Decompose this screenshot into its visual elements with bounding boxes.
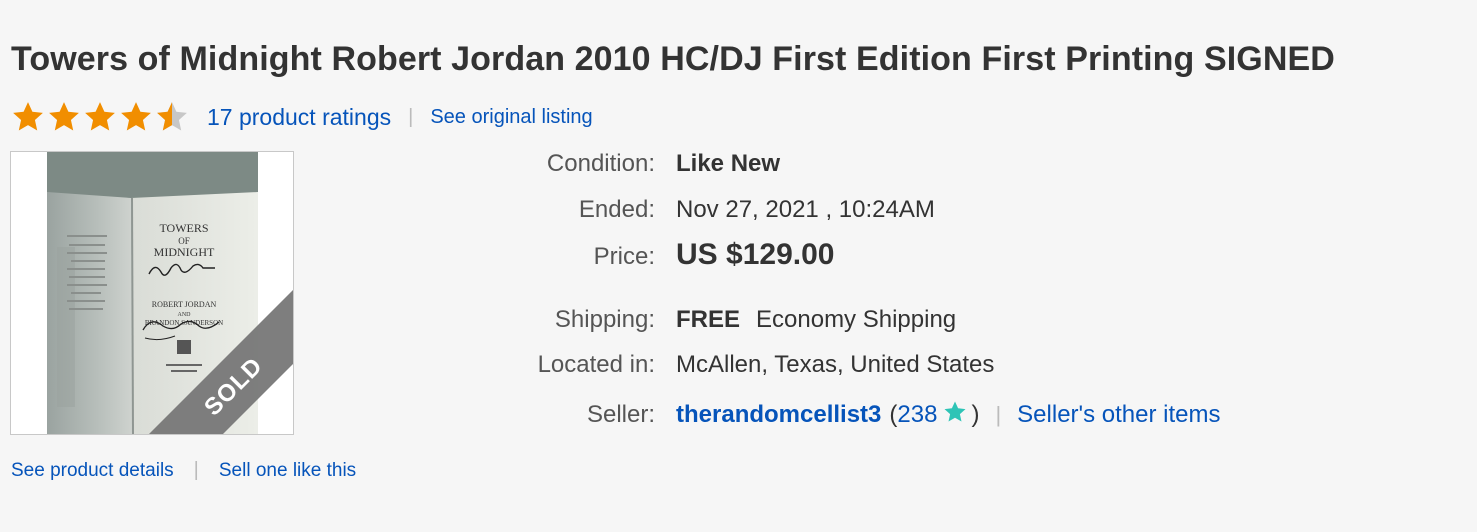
image-links: See product details | Sell one like this [11,459,356,482]
ended-value: Nov 27, 2021 , 10:24AM [676,196,935,223]
condition-label: Condition: [546,150,655,177]
sellers-other-items-link[interactable]: Seller's other items [1017,401,1220,429]
star-icon [121,102,151,131]
star-rating[interactable] [11,100,191,134]
price-row: Price: US $129.00 [440,238,835,272]
product-ratings-link[interactable]: 17 product ratings [207,104,391,131]
located-label: Located in: [537,351,655,378]
seller-row: Seller: therandomcellist3 (238) | Seller… [440,400,1221,429]
star-icon [85,102,115,131]
shipping-row: Shipping: FREE Economy Shipping [440,306,956,334]
rating-row: 17 product ratings | See original listin… [11,98,593,136]
feedback-star-icon [944,401,966,422]
feedback-score: 238 [897,401,938,428]
half-star-icon [157,102,187,131]
book-photo: TOWERS OF MIDNIGHT ROBERT JORDAN AND BRA… [11,152,293,434]
star-icon [49,102,79,131]
seller-name-link[interactable]: therandomcellist3 [676,401,881,429]
condition-value: Like New [676,150,781,177]
separator: | [408,105,414,128]
svg-text:MIDNIGHT: MIDNIGHT [154,245,215,259]
product-image[interactable]: TOWERS OF MIDNIGHT ROBERT JORDAN AND BRA… [10,151,294,435]
ended-row: Ended: Nov 27, 2021 , 10:24AM [440,196,935,224]
see-original-listing-link[interactable]: See original listing [430,106,592,129]
shipping-free: FREE [676,306,741,333]
listing-title: Towers of Midnight Robert Jordan 2010 HC… [11,40,1335,78]
svg-text:AND: AND [178,312,192,318]
separator: | [193,459,199,481]
star-icon [13,102,43,131]
price-label: Price: [593,243,655,270]
ended-label: Ended: [578,196,655,223]
see-product-details-link[interactable]: See product details [11,460,174,482]
separator: | [995,402,1002,427]
seller-feedback[interactable]: (238) [889,400,979,429]
condition-row: Condition: Like New [440,150,780,178]
shipping-label: Shipping: [554,306,655,333]
location-row: Located in: McAllen, Texas, United State… [440,351,995,379]
book-title-text: TOWERS [159,221,208,235]
location-value: McAllen, Texas, United States [676,351,995,378]
sell-one-like-this-link[interactable]: Sell one like this [219,460,356,482]
price-value: US $129.00 [676,238,835,271]
shipping-method: Economy Shipping [756,306,957,333]
svg-text:ROBERT JORDAN: ROBERT JORDAN [152,300,217,309]
seller-label: Seller: [586,401,655,428]
